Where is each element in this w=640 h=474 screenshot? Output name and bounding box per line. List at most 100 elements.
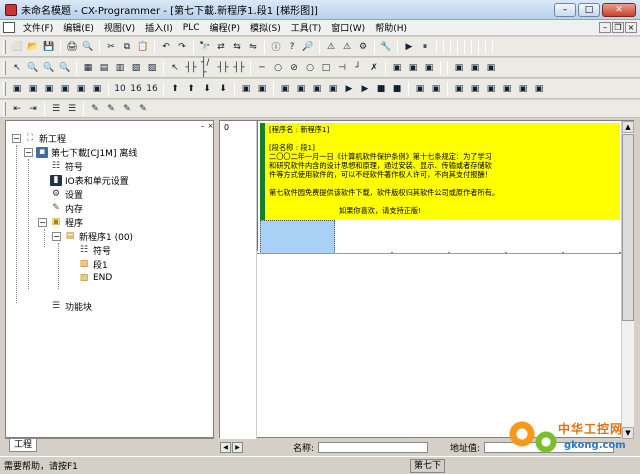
- menu-window[interactable]: 窗口(W): [326, 21, 370, 34]
- toolbar-button-icon[interactable]: ▣: [390, 61, 404, 75]
- toolbar-button-icon[interactable]: ⬆: [168, 82, 182, 96]
- toolbar-button-icon[interactable]: 🔍: [42, 61, 56, 75]
- toolbar-button-icon[interactable]: ▦: [81, 61, 95, 75]
- toolbar-button-icon[interactable]: ▣: [10, 82, 24, 96]
- toolbar-button-icon[interactable]: ▣: [74, 82, 88, 96]
- toolbar-button-icon[interactable]: ┤/├: [200, 58, 214, 78]
- toolbar-button-icon[interactable]: 🔍: [58, 61, 72, 75]
- toolbar-button-icon[interactable]: ?: [285, 40, 299, 54]
- mdi-minimize-button[interactable]: –: [599, 22, 611, 33]
- toolbar-button-icon[interactable]: ⇄: [214, 40, 228, 54]
- toolbar-button-icon[interactable]: ▣: [413, 82, 427, 96]
- toolbar-button-icon[interactable]: ▣: [326, 82, 340, 96]
- toolbar-button-icon[interactable]: ✎: [104, 102, 118, 116]
- toolbar-button-icon[interactable]: ⇤: [10, 102, 24, 116]
- toolbar-button-icon[interactable]: ┘: [351, 61, 365, 75]
- toolbar-button-icon[interactable]: ▧: [129, 61, 143, 75]
- toolbar-button-icon[interactable]: ▣: [468, 82, 482, 96]
- toolbar-button-icon[interactable]: 🔧: [379, 40, 393, 54]
- toolbar-button-icon[interactable]: 16: [129, 82, 143, 96]
- toolbar-button-icon[interactable]: ⏸: [418, 40, 432, 54]
- menu-program[interactable]: 编程(P): [205, 21, 245, 34]
- toolbar-button-icon[interactable]: ■: [374, 82, 388, 96]
- toolbar-grip[interactable]: [3, 81, 6, 96]
- toolbar-button-icon[interactable]: ▤: [97, 61, 111, 75]
- toolbar-button-icon[interactable]: ▣: [468, 61, 482, 75]
- vertical-scrollbar[interactable]: ▲ ▼: [621, 121, 634, 439]
- toolbar-button-icon[interactable]: ▣: [452, 61, 466, 75]
- tree-item-memory[interactable]: ✎ 内存: [50, 201, 83, 215]
- menu-plc[interactable]: PLC: [178, 23, 205, 33]
- collapse-icon[interactable]: −: [12, 133, 21, 143]
- toolbar-grip[interactable]: [3, 39, 6, 54]
- toolbar-button-icon[interactable]: ▣: [58, 82, 72, 96]
- toolbar-button-icon[interactable]: 📂: [26, 40, 40, 54]
- menu-insert[interactable]: 插入(I): [140, 21, 178, 34]
- toolbar-button-icon[interactable]: 10: [113, 82, 127, 96]
- mdi-close-button[interactable]: ×: [625, 22, 637, 33]
- toolbar-button-icon[interactable]: ☰: [65, 102, 79, 116]
- toolbar-button-icon[interactable]: ⚠: [324, 40, 338, 54]
- toolbar-button-icon[interactable]: ⬇: [216, 82, 230, 96]
- toolbar-button-icon[interactable]: ✎: [88, 102, 102, 116]
- toolbar-button-icon[interactable]: 🔍: [81, 40, 95, 54]
- toolbar-button-icon[interactable]: 💾: [42, 40, 56, 54]
- collapse-icon[interactable]: −: [38, 217, 47, 227]
- toolbar-button-icon[interactable]: ─: [255, 61, 269, 75]
- toolbar-button-icon[interactable]: ⧉: [120, 40, 134, 54]
- toolbar-button-icon[interactable]: 🖨: [65, 40, 79, 54]
- toolbar-button-icon[interactable]: ▨: [145, 61, 159, 75]
- maximize-button[interactable]: □: [578, 2, 600, 17]
- rung-comment[interactable]: [程序名 : 新程序1] [段名称 : 段1] 二〇〇二年一月一日《计算机软件保护…: [260, 123, 620, 220]
- workspace-minimize-icon[interactable]: –: [199, 123, 206, 130]
- tree-item-function-blocks[interactable]: ☰ 功能块: [50, 299, 92, 313]
- name-field[interactable]: [318, 441, 429, 453]
- tree-item-new-program[interactable]: − ▤ 新程序1 (00): [52, 229, 133, 243]
- tree-item-io-table[interactable]: ▮ IO表和单元设置: [50, 173, 129, 187]
- scroll-left-icon[interactable]: ◀: [220, 441, 231, 453]
- toolbar-button-icon[interactable]: ▣: [484, 61, 498, 75]
- menu-edit[interactable]: 编辑(E): [58, 21, 99, 34]
- ladder-cursor-cell[interactable]: [260, 220, 335, 254]
- toolbar-button-icon[interactable]: ✎: [136, 102, 150, 116]
- toolbar-button-icon[interactable]: ▣: [452, 82, 466, 96]
- toolbar-button-icon[interactable]: ┤├: [184, 61, 198, 75]
- toolbar-button-icon[interactable]: 🔎: [301, 40, 315, 54]
- toolbar-button-icon[interactable]: ▣: [500, 82, 514, 96]
- toolbar-button-icon[interactable]: ⇋: [246, 40, 260, 54]
- toolbar-button-icon[interactable]: ▣: [278, 82, 292, 96]
- toolbar-button-icon[interactable]: ☰: [49, 102, 63, 116]
- scroll-up-icon[interactable]: ▲: [622, 121, 634, 133]
- toolbar-button-icon[interactable]: ↷: [175, 40, 189, 54]
- menu-file[interactable]: 文件(F): [18, 21, 58, 34]
- toolbar-button-icon[interactable]: ⚙: [356, 40, 370, 54]
- toolbar-button-icon[interactable]: 🔭: [198, 40, 212, 54]
- toolbar-button-icon[interactable]: 🔍: [26, 61, 40, 75]
- toolbar-button-icon[interactable]: ▣: [310, 82, 324, 96]
- toolbar-button-icon[interactable]: ▶: [402, 40, 416, 54]
- toolbar-button-icon[interactable]: ⓘ: [269, 40, 283, 54]
- toolbar-button-icon[interactable]: ▣: [90, 82, 104, 96]
- toolbar-button-icon[interactable]: ▣: [26, 82, 40, 96]
- minimize-button[interactable]: –: [554, 2, 576, 17]
- toolbar-button-icon[interactable]: ⇆: [230, 40, 244, 54]
- toolbar-button-icon[interactable]: ▣: [239, 82, 253, 96]
- toolbar-button-icon[interactable]: ▣: [532, 82, 546, 96]
- toolbar-button-icon[interactable]: ┤├: [232, 61, 246, 75]
- toolbar-button-icon[interactable]: ▣: [484, 82, 498, 96]
- workspace-close-icon[interactable]: ×: [207, 123, 214, 130]
- toolbar-button-icon[interactable]: ⬜: [10, 40, 24, 54]
- toolbar-button-icon[interactable]: 📋: [136, 40, 150, 54]
- toolbar-button-icon[interactable]: ⚠: [340, 40, 354, 54]
- document-icon[interactable]: [3, 22, 15, 33]
- tab-project[interactable]: 工程: [9, 439, 38, 452]
- toolbar-button-icon[interactable]: ▣: [42, 82, 56, 96]
- toolbar-button-icon[interactable]: ↶: [159, 40, 173, 54]
- tree-item-section[interactable]: ▧ 段1: [78, 257, 108, 271]
- toolbar-button-icon[interactable]: ▣: [422, 61, 436, 75]
- toolbar-button-icon[interactable]: ↖: [10, 61, 24, 75]
- toolbar-button-icon[interactable]: ▣: [406, 61, 420, 75]
- collapse-icon[interactable]: −: [24, 147, 33, 157]
- toolbar-button-icon[interactable]: ↖: [168, 61, 182, 75]
- toolbar-button-icon[interactable]: ▥: [113, 61, 127, 75]
